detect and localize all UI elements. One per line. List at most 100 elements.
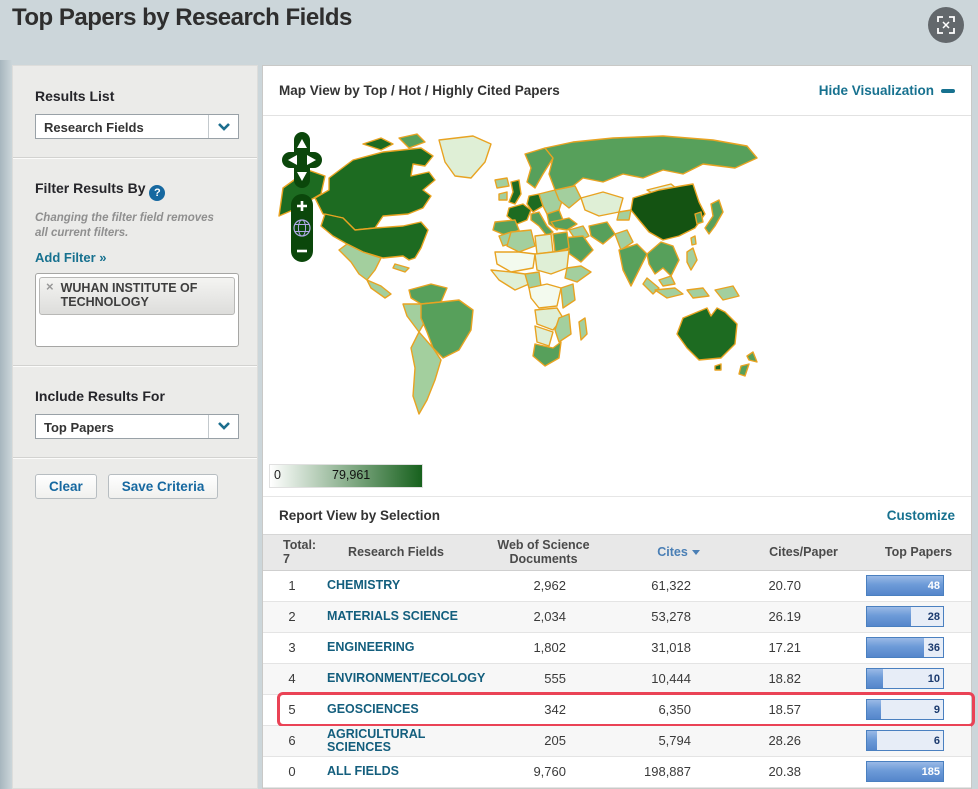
research-field-link[interactable]: MATERIALS SCIENCE: [321, 610, 471, 623]
top-papers-cell: 10: [866, 668, 971, 690]
top-papers-cell: 6: [866, 730, 971, 752]
save-criteria-button[interactable]: Save Criteria: [107, 473, 219, 499]
top-papers-value: 36: [927, 641, 940, 654]
table-row: 5 GEOSCIENCES 342 6,350 18.57 9: [263, 691, 975, 727]
top-papers-bar-fill: [867, 638, 924, 658]
total-count: Total: 7: [283, 538, 317, 567]
cites-cell: 5,794: [658, 733, 691, 749]
rank-cell: 2: [288, 609, 296, 625]
report-view-header: Report View by Selection Customize: [263, 497, 971, 534]
app-header: Top Papers by Research Fields: [0, 0, 978, 60]
include-results-selected-value: Top Papers: [44, 419, 114, 435]
top-papers-cell: 9: [866, 699, 971, 721]
chevron-down-icon: [208, 115, 238, 138]
top-papers-value: 6: [933, 734, 940, 747]
cites-per-paper-cell: 26.19: [768, 609, 801, 625]
cites-per-paper-cell: 18.57: [768, 702, 801, 718]
top-papers-bar: 10: [866, 668, 944, 690]
top-papers-bar: 28: [866, 606, 944, 628]
top-papers-cell: 36: [866, 637, 971, 659]
research-field-link[interactable]: ALL FIELDS: [321, 765, 471, 778]
cites-per-paper-cell: 20.38: [768, 764, 801, 780]
map-color-scale: 0 79,961: [269, 464, 423, 488]
column-header-cites-per-paper: Cites/Paper: [769, 545, 838, 560]
cites-cell: 6,350: [658, 702, 691, 718]
zoom-control: [291, 194, 313, 262]
top-papers-value: 28: [927, 610, 940, 623]
top-papers-bar: 185: [866, 761, 944, 783]
include-results-section: Include Results For Top Papers: [13, 364, 257, 457]
top-papers-bar-fill: [867, 607, 912, 627]
table-row: 6 AGRICULTURAL SCIENCES 205 5,794 28.26 …: [263, 725, 971, 757]
top-papers-cell: 28: [866, 606, 971, 628]
filter-note: Changing the filter field removes all cu…: [35, 212, 214, 239]
cites-per-paper-cell: 17.21: [768, 640, 801, 656]
filter-chip-label: WUHAN INSTITUTE OF TECHNOLOGY: [60, 280, 198, 310]
world-map-area[interactable]: 0 79,961: [263, 116, 971, 497]
column-header-cites-sort[interactable]: Cites: [616, 542, 741, 562]
clear-button[interactable]: Clear: [35, 473, 97, 499]
pan-control: [282, 132, 322, 188]
results-list-label: Results List: [35, 88, 115, 104]
rank-cell: 1: [288, 578, 296, 594]
legend-max-value: 79,961: [332, 468, 371, 482]
report-view-title: Report View by Selection: [279, 508, 441, 523]
chevron-down-icon: [208, 414, 238, 438]
top-papers-bar: 48: [866, 575, 944, 597]
sidebar: Results List Research Fields Filter Resu…: [12, 65, 258, 789]
research-field-link[interactable]: GEOSCIENCES: [321, 703, 471, 716]
top-papers-value: 48: [927, 579, 940, 592]
active-filters-box: × WUHAN INSTITUTE OF TECHNOLOGY: [35, 272, 239, 347]
documents-cell: 2,034: [533, 609, 566, 625]
help-icon[interactable]: ?: [149, 185, 166, 201]
rank-cell: 3: [288, 640, 296, 656]
research-field-link[interactable]: ENGINEERING: [321, 641, 471, 654]
top-papers-bar: 6: [866, 730, 944, 752]
customize-link[interactable]: Customize: [887, 508, 955, 523]
results-list-section: Results List Research Fields: [13, 66, 257, 157]
cites-per-paper-cell: 18.82: [768, 671, 801, 687]
results-list-selected-value: Research Fields: [44, 120, 144, 135]
top-papers-bar: 36: [866, 637, 944, 659]
hide-visualization-link[interactable]: Hide Visualization: [819, 83, 955, 98]
documents-cell: 342: [544, 702, 566, 718]
sort-desc-icon: [691, 550, 700, 556]
research-field-link[interactable]: AGRICULTURAL SCIENCES: [321, 727, 471, 754]
remove-filter-icon[interactable]: ×: [46, 279, 54, 295]
filter-chip: × WUHAN INSTITUTE OF TECHNOLOGY: [39, 276, 235, 315]
filter-results-by-label: Filter Results By ?: [35, 180, 237, 201]
top-papers-cell: 48: [866, 575, 971, 597]
page-title: Top Papers by Research Fields: [12, 4, 352, 31]
cites-cell: 53,278: [651, 609, 691, 625]
top-papers-value: 10: [927, 672, 940, 685]
rank-cell: 6: [288, 733, 296, 749]
map-zoom-controls[interactable]: [279, 132, 325, 264]
table-row: 4 ENVIRONMENT/ECOLOGY 555 10,444 18.82 1…: [263, 663, 971, 695]
content: Results List Research Fields Filter Resu…: [12, 65, 975, 789]
sidebar-actions: Clear Save Criteria: [13, 456, 257, 515]
results-list-select[interactable]: Research Fields: [35, 114, 239, 139]
documents-cell: 205: [544, 733, 566, 749]
map-view-header: Map View by Top / Hot / Highly Cited Pap…: [263, 66, 971, 116]
cites-cell: 61,322: [651, 578, 691, 594]
main-panel: Map View by Top / Hot / Highly Cited Pap…: [262, 65, 975, 789]
documents-cell: 2,962: [533, 578, 566, 594]
report-table-body: 1 CHEMISTRY 2,962 61,322 20.70 48 2 MATE…: [263, 571, 975, 788]
rank-cell: 0: [288, 764, 296, 780]
column-header-research-fields: Research Fields: [348, 545, 444, 560]
top-papers-bar-fill: [867, 731, 877, 751]
top-papers-value: 185: [921, 765, 940, 778]
top-papers-cell: 185: [866, 761, 971, 783]
top-papers-bar: 9: [866, 699, 944, 721]
filter-section: Filter Results By ? Changing the filter …: [13, 157, 257, 365]
column-header-documents: Web of Science Documents: [497, 538, 590, 567]
research-field-link[interactable]: ENVIRONMENT/ECOLOGY: [321, 672, 485, 685]
documents-cell: 555: [544, 671, 566, 687]
table-row: 3 ENGINEERING 1,802 31,018 17.21 36: [263, 633, 971, 664]
include-results-select[interactable]: Top Papers: [35, 413, 239, 439]
documents-cell: 1,802: [533, 640, 566, 656]
fullscreen-expand-icon[interactable]: [928, 7, 964, 43]
add-filter-link[interactable]: Add Filter »: [35, 250, 107, 265]
top-papers-bar-fill: [867, 700, 882, 720]
research-field-link[interactable]: CHEMISTRY: [321, 579, 471, 592]
